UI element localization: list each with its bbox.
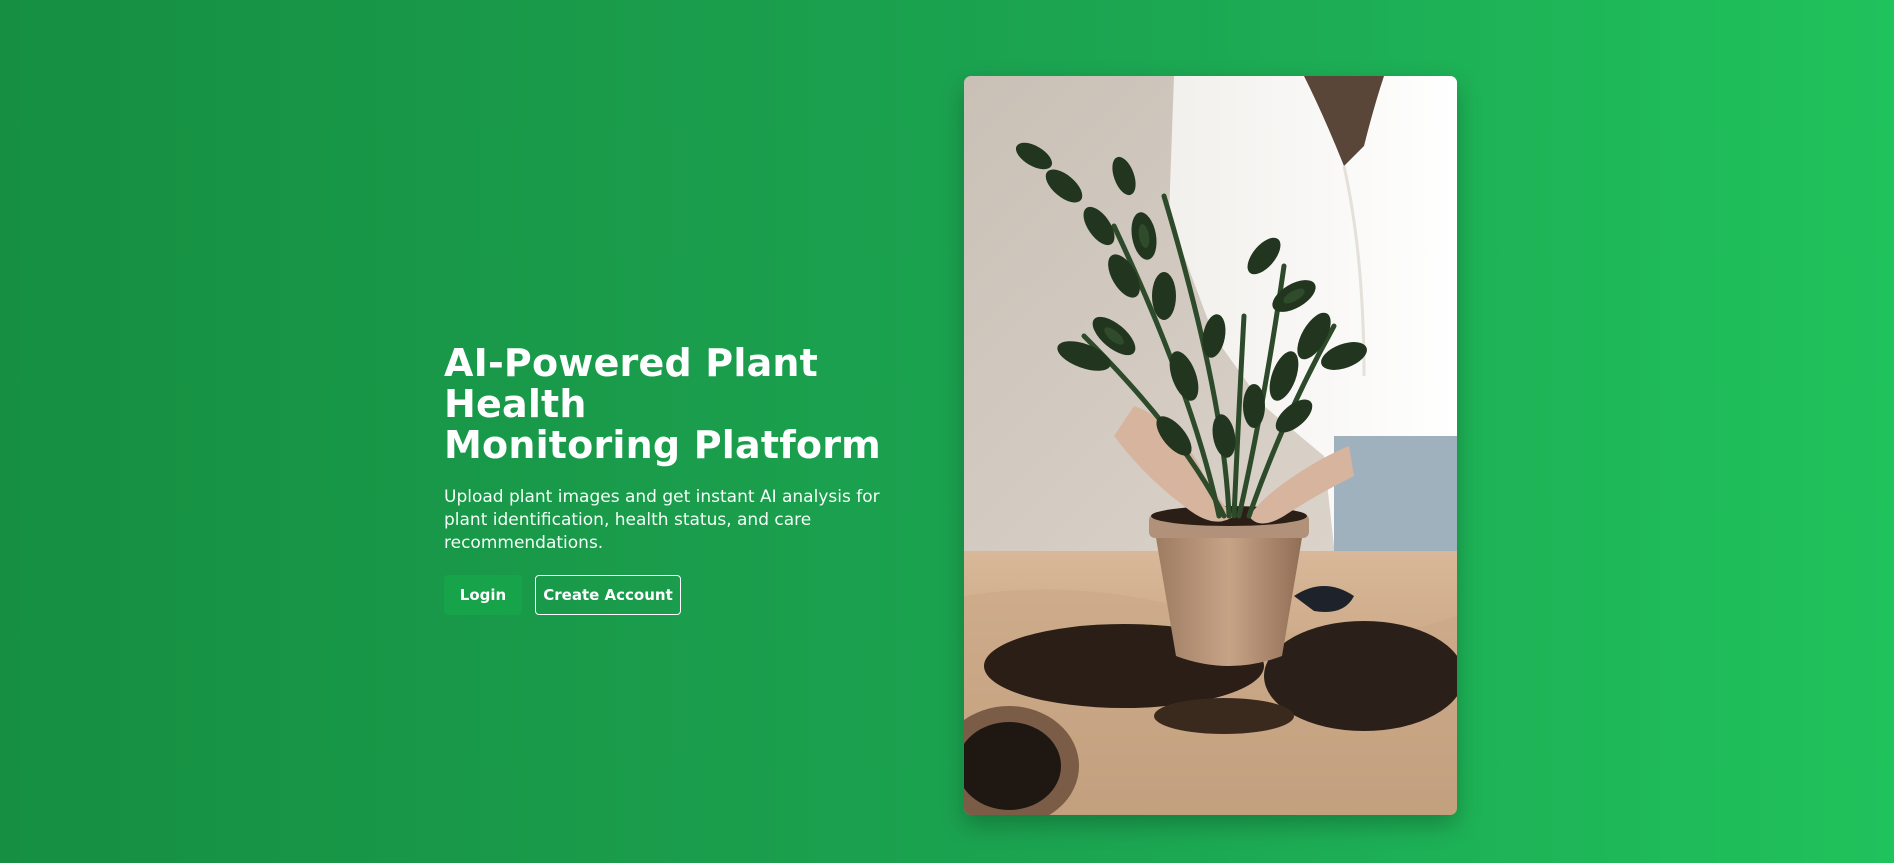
hero-title: AI-Powered Plant Health Monitoring Platf… [444,343,944,466]
hero-title-line-1: AI-Powered Plant Health [444,341,819,426]
create-account-button[interactable]: Create Account [535,575,681,615]
hero-actions: Login Create Account [444,575,944,615]
hero-subtitle: Upload plant images and get instant AI a… [444,487,880,553]
hero-section: AI-Powered Plant Health Monitoring Platf… [444,343,944,615]
plant-photo-illustration [964,76,1457,815]
hero-title-line-2: Monitoring Platform [444,423,881,467]
hero-plant-photo [964,76,1457,815]
login-button[interactable]: Login [444,575,522,615]
